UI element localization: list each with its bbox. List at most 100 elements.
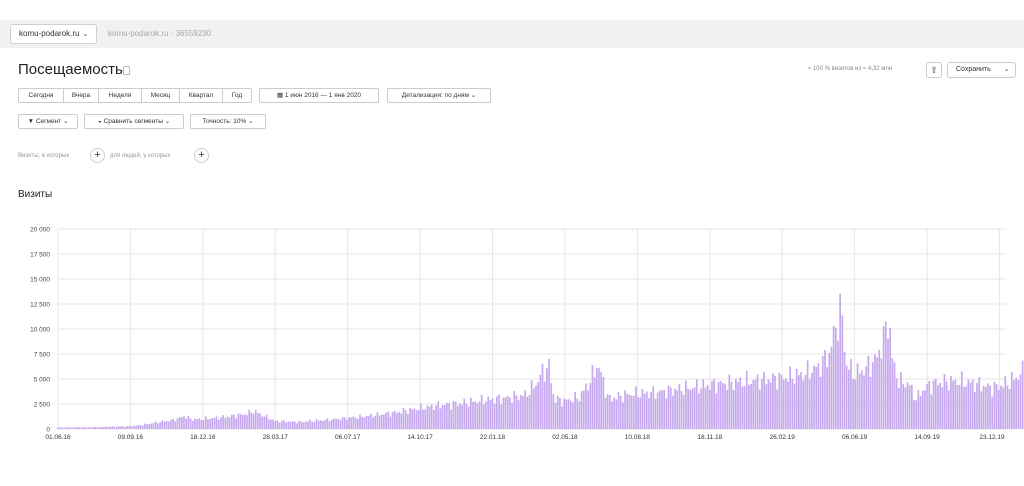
visits-bar xyxy=(111,426,114,429)
visits-bar xyxy=(257,412,259,429)
visits-bar xyxy=(496,396,498,429)
visits-bar xyxy=(291,421,294,429)
period-week-button[interactable]: Неделя xyxy=(98,88,142,103)
visits-bar xyxy=(871,362,874,429)
visits-bar xyxy=(424,409,427,429)
visits-bar xyxy=(602,377,605,429)
period-today-button[interactable]: Сегодня xyxy=(18,88,64,103)
visits-bar xyxy=(811,372,813,429)
visits-bar xyxy=(672,395,674,429)
bookmark-icon[interactable] xyxy=(123,66,130,75)
visits-bar xyxy=(839,293,842,429)
visits-bar xyxy=(409,407,411,429)
visits-bar xyxy=(393,410,396,429)
y-tick-label: 10 000 xyxy=(30,327,50,334)
visits-bar xyxy=(641,389,644,429)
visits-bar xyxy=(535,385,537,429)
visits-bar xyxy=(843,351,846,429)
visits-bar xyxy=(437,401,440,429)
visits-bar xyxy=(654,398,657,429)
add-visits-condition-plus-icon[interactable]: + xyxy=(90,148,105,163)
visits-bar xyxy=(385,412,387,429)
visits-bar xyxy=(389,416,392,429)
visits-bar xyxy=(971,379,974,429)
visits-bar xyxy=(685,380,687,429)
visits-bar xyxy=(322,421,324,429)
visits-bar xyxy=(595,367,598,429)
visits-bar xyxy=(485,401,487,429)
visits-bar xyxy=(78,427,81,429)
compare-segments-button[interactable]: ◒ Сравнить сегменты ⌄ xyxy=(84,114,184,129)
visits-bar xyxy=(806,360,809,429)
y-axis-ticks: 0 2 500 5 000 7 500 10 000 12 500 15 000 17 500… xyxy=(30,227,50,434)
x-tick-label: 14.10.17 xyxy=(407,434,433,441)
visits-bar xyxy=(758,389,761,429)
visits-bar xyxy=(585,383,587,429)
visits-bar xyxy=(737,382,739,429)
export-icon[interactable]: ⇪ xyxy=(926,62,942,78)
period-year-button[interactable]: Год xyxy=(222,88,252,103)
visits-bar xyxy=(847,369,850,429)
visits-bar xyxy=(689,389,692,429)
visits-bar xyxy=(135,425,138,429)
visits-bar xyxy=(113,427,116,429)
visits-bar xyxy=(263,416,266,429)
visits-bar xyxy=(267,419,270,429)
visits-bar xyxy=(958,385,961,429)
visits-bar xyxy=(813,365,815,429)
compare-label: Сравнить сегменты xyxy=(103,118,163,125)
visits-bar xyxy=(215,416,218,429)
visits-bar xyxy=(963,386,965,429)
visits-bar xyxy=(850,359,852,429)
visits-bar xyxy=(856,363,859,429)
visits-bar xyxy=(674,388,676,429)
period-quarter-button[interactable]: Квартал xyxy=(179,88,223,103)
visits-bar xyxy=(157,423,159,429)
add-people-condition-plus-icon[interactable]: + xyxy=(194,148,209,163)
visits-bar xyxy=(774,375,776,429)
save-menu-chevron-down-icon[interactable]: ⌄ xyxy=(998,62,1016,78)
visits-bar xyxy=(635,386,637,429)
segment-button[interactable]: ▼ Сегмент ⌄ xyxy=(18,114,78,129)
visits-bar xyxy=(865,366,868,429)
visits-bar xyxy=(741,386,744,429)
visits-bar xyxy=(167,421,170,429)
visits-bar xyxy=(930,394,933,429)
visits-bar xyxy=(506,396,509,429)
visits-bar xyxy=(704,387,707,429)
visits-bar xyxy=(59,427,62,429)
visits-bar xyxy=(422,409,424,429)
site-meta: komu-podarok.ru · 36559230 xyxy=(108,29,212,38)
visits-bar xyxy=(615,399,618,429)
visits-bar xyxy=(563,398,566,429)
visits-bar xyxy=(945,381,948,429)
visits-bar xyxy=(632,396,635,429)
period-month-button[interactable]: Месяц xyxy=(141,88,180,103)
visits-bar xyxy=(333,418,335,429)
date-range-button[interactable]: ▦ 1 июн 2016 — 1 янв 2020 xyxy=(259,88,379,103)
site-selector[interactable]: komu-podarok.ru ⌄ xyxy=(10,24,98,44)
x-tick-label: 02.05.18 xyxy=(552,434,578,441)
visits-bar xyxy=(693,387,696,429)
visits-bar xyxy=(461,404,463,429)
visits-bar xyxy=(537,382,540,429)
visits-bar xyxy=(76,427,79,429)
visits-bar xyxy=(365,415,368,429)
period-yesterday-button[interactable]: Вчера xyxy=(63,88,99,103)
visits-bar xyxy=(209,419,211,429)
visits-bar xyxy=(934,378,937,429)
visits-bar xyxy=(787,381,789,429)
save-button[interactable]: Сохранить xyxy=(947,62,1000,78)
detail-dropdown[interactable]: Детализация: по дням ⌄ xyxy=(387,88,491,103)
visits-bar xyxy=(472,401,474,429)
visits-bar xyxy=(380,414,383,429)
visits-bar xyxy=(152,423,155,429)
visits-bar xyxy=(752,380,755,429)
visits-bar xyxy=(289,421,292,429)
visits-bar xyxy=(81,427,83,429)
visits-bar xyxy=(950,376,952,429)
visits-bar xyxy=(1021,360,1024,429)
visits-bar xyxy=(89,427,92,429)
accuracy-dropdown[interactable]: Точность: 10% ⌄ xyxy=(190,114,266,129)
visits-bar xyxy=(765,384,768,429)
